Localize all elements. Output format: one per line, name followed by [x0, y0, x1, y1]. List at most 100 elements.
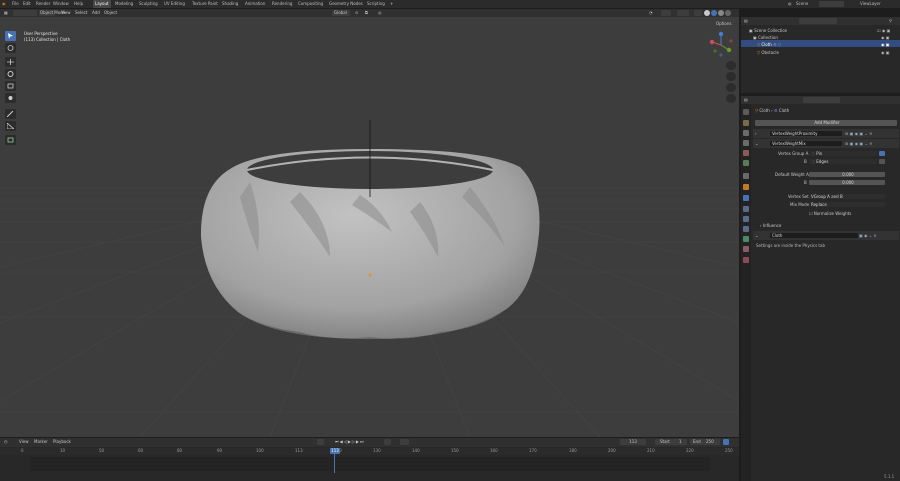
outliner-visibility-toggles[interactable]: ◉ ▣	[881, 35, 890, 40]
outliner-row-cloth[interactable]: ▽ Cloth ⚙ ▽	[757, 42, 781, 47]
mix-mode-dropdown[interactable]: Replace	[809, 202, 885, 207]
record-button[interactable]	[317, 439, 324, 445]
fake-user-icon[interactable]	[723, 439, 729, 445]
menu-add[interactable]: Add	[92, 9, 100, 17]
outliner-visibility-toggles[interactable]: ◉ ▣	[881, 42, 890, 47]
transform-orientation-dropdown[interactable]: Global	[332, 10, 350, 16]
tab-animation[interactable]: Animation	[243, 0, 267, 8]
timeline-menu-marker[interactable]: Marker	[34, 438, 48, 446]
snap-icon[interactable]: ⧉	[365, 9, 368, 17]
expand-arrow-icon[interactable]: ⌄	[755, 141, 758, 146]
playhead-frame-badge[interactable]: 113	[330, 448, 340, 454]
outliner-visibility-toggles[interactable]: ◉ ▣	[881, 50, 890, 55]
tab-compositing[interactable]: Compositing	[296, 0, 325, 8]
scene-icon[interactable]: ◍	[788, 0, 792, 8]
material-tab-icon[interactable]	[743, 246, 749, 252]
scene-tab-icon[interactable]	[743, 150, 749, 156]
xray-toggle[interactable]	[694, 10, 702, 16]
blender-logo-icon[interactable]: ◉	[2, 0, 6, 8]
selection-mode-buttons[interactable]	[13, 10, 37, 16]
modifier-toggle-icons[interactable]: ⊞ ▣ ◉ ▣ ⌄ ✕	[845, 131, 872, 136]
annotate-tool-icon[interactable]	[5, 109, 16, 119]
timeline-editor[interactable]: ◷ View Marker Playback ⏮◀◁▶▷▶⏭ 113 Start…	[0, 438, 739, 481]
outliner-search-input[interactable]	[799, 18, 837, 24]
select-tool-icon[interactable]	[5, 31, 16, 41]
pivot-icon[interactable]: ⊙	[355, 9, 358, 17]
invert-b-toggle[interactable]	[879, 159, 885, 164]
proportional-edit-icon[interactable]: ◎	[378, 9, 382, 17]
3d-viewport[interactable]: User Perspective (113) Collection | Clot…	[0, 17, 739, 437]
default-weight-a-field[interactable]: 0.000	[809, 172, 885, 177]
tab-texture-paint[interactable]: Texture Paint	[190, 0, 220, 8]
scene-search-field[interactable]	[819, 1, 844, 7]
visibility-icon[interactable]: ◔	[649, 9, 653, 17]
outliner-filter-icon[interactable]: ⚲	[889, 17, 892, 25]
collection-tab-icon[interactable]	[743, 173, 749, 179]
view-layer-tab-icon[interactable]	[743, 140, 749, 146]
autokey-button[interactable]	[400, 439, 409, 445]
properties-editor-type-icon[interactable]: ▤	[744, 96, 748, 104]
vertex-set-dropdown[interactable]: VGroup A and B	[809, 194, 885, 199]
modifier-name-field[interactable]: VertexWeightProximity	[770, 131, 842, 136]
rotate-tool-icon[interactable]	[5, 69, 16, 79]
playback-controls[interactable]: ⏮◀◁▶▷▶⏭	[335, 438, 365, 446]
scale-tool-icon[interactable]	[5, 81, 16, 91]
shading-solid-icon[interactable]	[711, 10, 717, 16]
shading-rendered-icon[interactable]	[725, 10, 731, 16]
pan-hand-icon[interactable]	[726, 72, 736, 81]
add-modifier-button[interactable]: Add Modifier	[755, 120, 897, 126]
menu-select[interactable]: Select	[75, 9, 87, 17]
shading-wireframe-icon[interactable]	[704, 10, 710, 16]
modifier-name-field[interactable]: VertexWeightMix	[770, 141, 842, 146]
data-tab-icon[interactable]	[743, 236, 749, 242]
current-frame-field[interactable]: 113	[620, 439, 646, 445]
tab-rendering[interactable]: Rendering	[270, 0, 294, 8]
tab-layout[interactable]: Layout	[93, 0, 111, 8]
normalize-weights-checkbox[interactable]: ☐ Normalize Weights	[809, 211, 851, 216]
overlay-toggle[interactable]	[677, 10, 689, 16]
timeline-track[interactable]	[30, 457, 710, 471]
tool-tab-icon[interactable]	[743, 109, 749, 115]
add-cube-tool-icon[interactable]	[5, 135, 16, 145]
default-weight-b-field[interactable]: 0.000	[809, 180, 885, 185]
end-frame-field[interactable]: End 250	[690, 439, 720, 445]
tab-uv-editing[interactable]: UV Editing	[162, 0, 187, 8]
menu-render[interactable]: Render	[36, 0, 50, 8]
transform-tool-icon[interactable]	[5, 93, 16, 103]
render-tab-icon[interactable]	[743, 120, 749, 126]
invert-a-toggle[interactable]	[879, 151, 885, 156]
cloth-object[interactable]	[0, 17, 739, 437]
modifier-toggle-icons[interactable]: ▣ ◉ ⌄ ✕	[859, 233, 877, 238]
expand-arrow-icon[interactable]: ›	[755, 131, 757, 136]
outliner-editor-type-icon[interactable]: ▤	[744, 17, 748, 25]
tab-modeling[interactable]: Modeling	[113, 0, 135, 8]
keying-button[interactable]	[384, 439, 391, 445]
timeline-ruler[interactable]: 0105060809010011312013014015016017018020…	[0, 448, 739, 455]
menu-window[interactable]: Window	[53, 0, 69, 8]
cloth-modifier-name-field[interactable]: Cloth	[770, 233, 858, 238]
tab-scripting[interactable]: Scripting	[365, 0, 387, 8]
menu-help[interactable]: Help	[74, 0, 83, 8]
ortho-toggle-icon[interactable]	[726, 94, 736, 103]
timeline-menu-view[interactable]: View	[19, 438, 29, 446]
menu-edit[interactable]: Edit	[23, 0, 31, 8]
vertex-group-b-field[interactable]: ⋮ Edges	[809, 159, 877, 164]
timeline-menu-playback[interactable]: Playback	[53, 438, 71, 446]
editor-type-icon[interactable]: ▦	[4, 9, 8, 17]
output-tab-icon[interactable]	[743, 130, 749, 136]
properties-search-input[interactable]	[803, 97, 840, 103]
outliner-row-scene-collection[interactable]: ▣ Scene Collection	[749, 28, 787, 33]
world-tab-icon[interactable]	[743, 160, 749, 166]
tab-shading[interactable]: Shading	[220, 0, 240, 8]
move-tool-icon[interactable]	[5, 57, 16, 67]
shading-material-icon[interactable]	[718, 10, 724, 16]
tab-sculpting[interactable]: Sculpting	[137, 0, 160, 8]
start-frame-field[interactable]: Start 1	[655, 439, 687, 445]
vertex-group-a-field[interactable]: ⋮ Pin	[809, 151, 877, 156]
navigation-gizmo[interactable]	[707, 31, 737, 59]
object-tab-icon[interactable]	[743, 184, 749, 190]
physics-tab-icon[interactable]	[743, 216, 749, 222]
outliner-visibility-toggles[interactable]: ☑ ◉ ▣	[877, 28, 890, 33]
tab-geometry-nodes[interactable]: Geometry Nodes	[327, 0, 365, 8]
measure-tool-icon[interactable]	[5, 121, 16, 131]
